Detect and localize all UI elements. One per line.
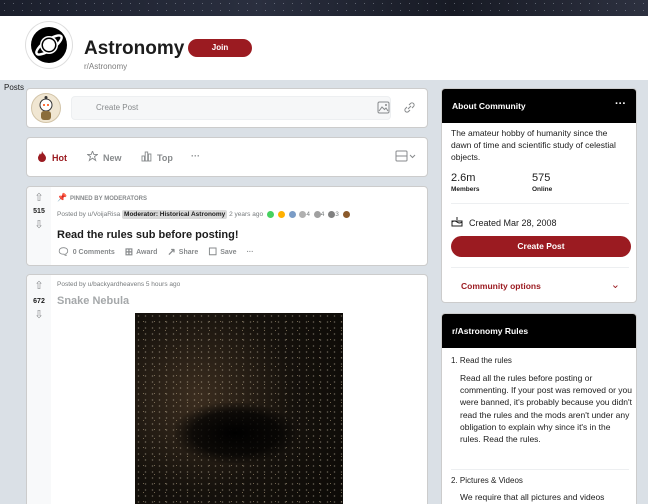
members-count: 2.6m: [451, 172, 476, 184]
post-title[interactable]: Snake Nebula: [57, 295, 129, 307]
sort-hot-label: Hot: [52, 152, 67, 163]
vote-column: ⇧ 515 ⇩: [27, 187, 51, 265]
post-card[interactable]: ⇧ 672 ⇩ Posted by u/backyardheavens 5 ho…: [26, 274, 428, 504]
sort-bar: Hot New Top ···: [26, 137, 428, 177]
divider: [451, 203, 629, 204]
tab-posts[interactable]: Posts: [4, 83, 24, 92]
save-button[interactable]: ☐ Save: [208, 247, 236, 258]
downvote-icon[interactable]: ⇩: [27, 308, 51, 321]
rule-title[interactable]: 1. Read the rules: [451, 356, 512, 365]
award-icon: [313, 211, 321, 218]
post-title[interactable]: Read the rules sub before posting!: [57, 229, 239, 241]
award-icon: [342, 211, 350, 218]
about-community-card: About Community ··· The amateur hobby of…: [441, 88, 637, 303]
about-community-title: About Community: [452, 101, 526, 111]
online-label: Online: [532, 186, 553, 193]
comment-icon: 🗨: [57, 247, 70, 258]
user-avatar[interactable]: [31, 93, 61, 123]
upvote-icon[interactable]: ⇧: [27, 191, 51, 204]
image-icon[interactable]: [377, 101, 390, 117]
create-post-input[interactable]: Create Post: [71, 96, 391, 120]
bar-chart-icon: [141, 151, 152, 164]
more-options-icon[interactable]: ···: [615, 98, 626, 110]
sort-more-button[interactable]: ···: [191, 151, 200, 161]
award-count: 3: [335, 211, 339, 219]
online-count: 575: [532, 172, 551, 184]
award-count: 4: [320, 211, 325, 219]
share-button[interactable]: ↗ Share: [167, 247, 198, 258]
post-time: 2 years ago: [229, 211, 264, 219]
sort-hot-button[interactable]: Hot: [37, 151, 67, 164]
comments-button[interactable]: 🗨 0 Comments: [57, 247, 115, 258]
divider: [451, 469, 629, 470]
about-community-header: About Community ···: [442, 89, 636, 123]
created-date: Created Mar 28, 2008: [451, 216, 557, 229]
members-label: Members: [451, 186, 480, 193]
upvote-icon[interactable]: ⇧: [27, 279, 51, 292]
community-description: The amateur hobby of humanity since the …: [451, 128, 616, 162]
award-button[interactable]: ⊞ Award: [125, 247, 158, 258]
award-icon: [266, 211, 274, 218]
join-button[interactable]: Join: [188, 39, 252, 57]
link-icon[interactable]: [403, 101, 416, 117]
sort-top-button[interactable]: Top: [141, 151, 173, 164]
create-post-bar: Create Post: [26, 88, 428, 128]
rules-header: r/Astronomy Rules: [442, 314, 636, 348]
sort-new-label: New: [103, 152, 122, 163]
pinned-label: 📌 PINNED BY MODERATORS: [57, 193, 147, 202]
chevron-down-icon[interactable]: ⌄: [611, 278, 620, 291]
more-options-button[interactable]: ···: [247, 247, 254, 258]
rule-title[interactable]: 2. Pictures & Videos: [451, 476, 523, 485]
rules-card: r/Astronomy Rules 1. Read the rules Read…: [441, 313, 637, 504]
pin-icon: 📌: [57, 193, 67, 202]
subreddit-avatar[interactable]: [26, 22, 72, 68]
award-icon: [277, 211, 285, 218]
user-flair: Moderator: Historical Astronomy: [122, 210, 228, 220]
post-meta: Posted by u/VoijaRisa Moderator: Histori…: [57, 210, 350, 220]
divider: [451, 267, 629, 268]
post-score: 672: [33, 298, 45, 305]
sort-top-label: Top: [157, 152, 173, 163]
sort-new-button[interactable]: New: [86, 149, 122, 164]
post-score: 515: [33, 208, 45, 215]
bookmark-icon: ☐: [208, 247, 218, 258]
cake-icon: [451, 216, 463, 229]
vote-column: ⇧ 672 ⇩: [27, 275, 51, 504]
layout-toggle-icon[interactable]: [395, 150, 417, 165]
post-author[interactable]: Posted by u/VoijaRisa: [57, 211, 120, 218]
downvote-icon[interactable]: ⇩: [27, 218, 51, 231]
award-icon: [288, 211, 296, 218]
subreddit-header: Astronomy r/Astronomy Join Posts: [0, 16, 648, 92]
pinned-post-card[interactable]: ⇧ 515 ⇩ 📌 PINNED BY MODERATORS Posted by …: [26, 186, 428, 266]
post-meta[interactable]: Posted by u/backyardheavens 5 hours ago: [57, 281, 180, 288]
planet-logo-icon: [31, 27, 67, 63]
community-options-button[interactable]: Community options: [461, 281, 541, 291]
burst-icon: [86, 149, 99, 164]
rule-body: Read all the rules before posting or com…: [460, 373, 632, 445]
share-icon: ↗: [167, 247, 176, 258]
award-count: 4: [306, 211, 310, 219]
subreddit-banner: [0, 0, 648, 16]
gift-icon: ⊞: [124, 247, 134, 258]
rule-body: We require that all pictures and videos: [460, 492, 605, 502]
subreddit-name: r/Astronomy: [84, 62, 128, 71]
create-post-button[interactable]: Create Post: [451, 236, 631, 257]
post-image[interactable]: [135, 313, 343, 504]
post-actions: 🗨 0 Comments ⊞ Award ↗ Share ☐ Save ···: [57, 247, 254, 258]
flame-icon: [37, 151, 47, 164]
rules-title: r/Astronomy Rules: [452, 326, 529, 336]
subreddit-title: Astronomy: [84, 38, 185, 59]
